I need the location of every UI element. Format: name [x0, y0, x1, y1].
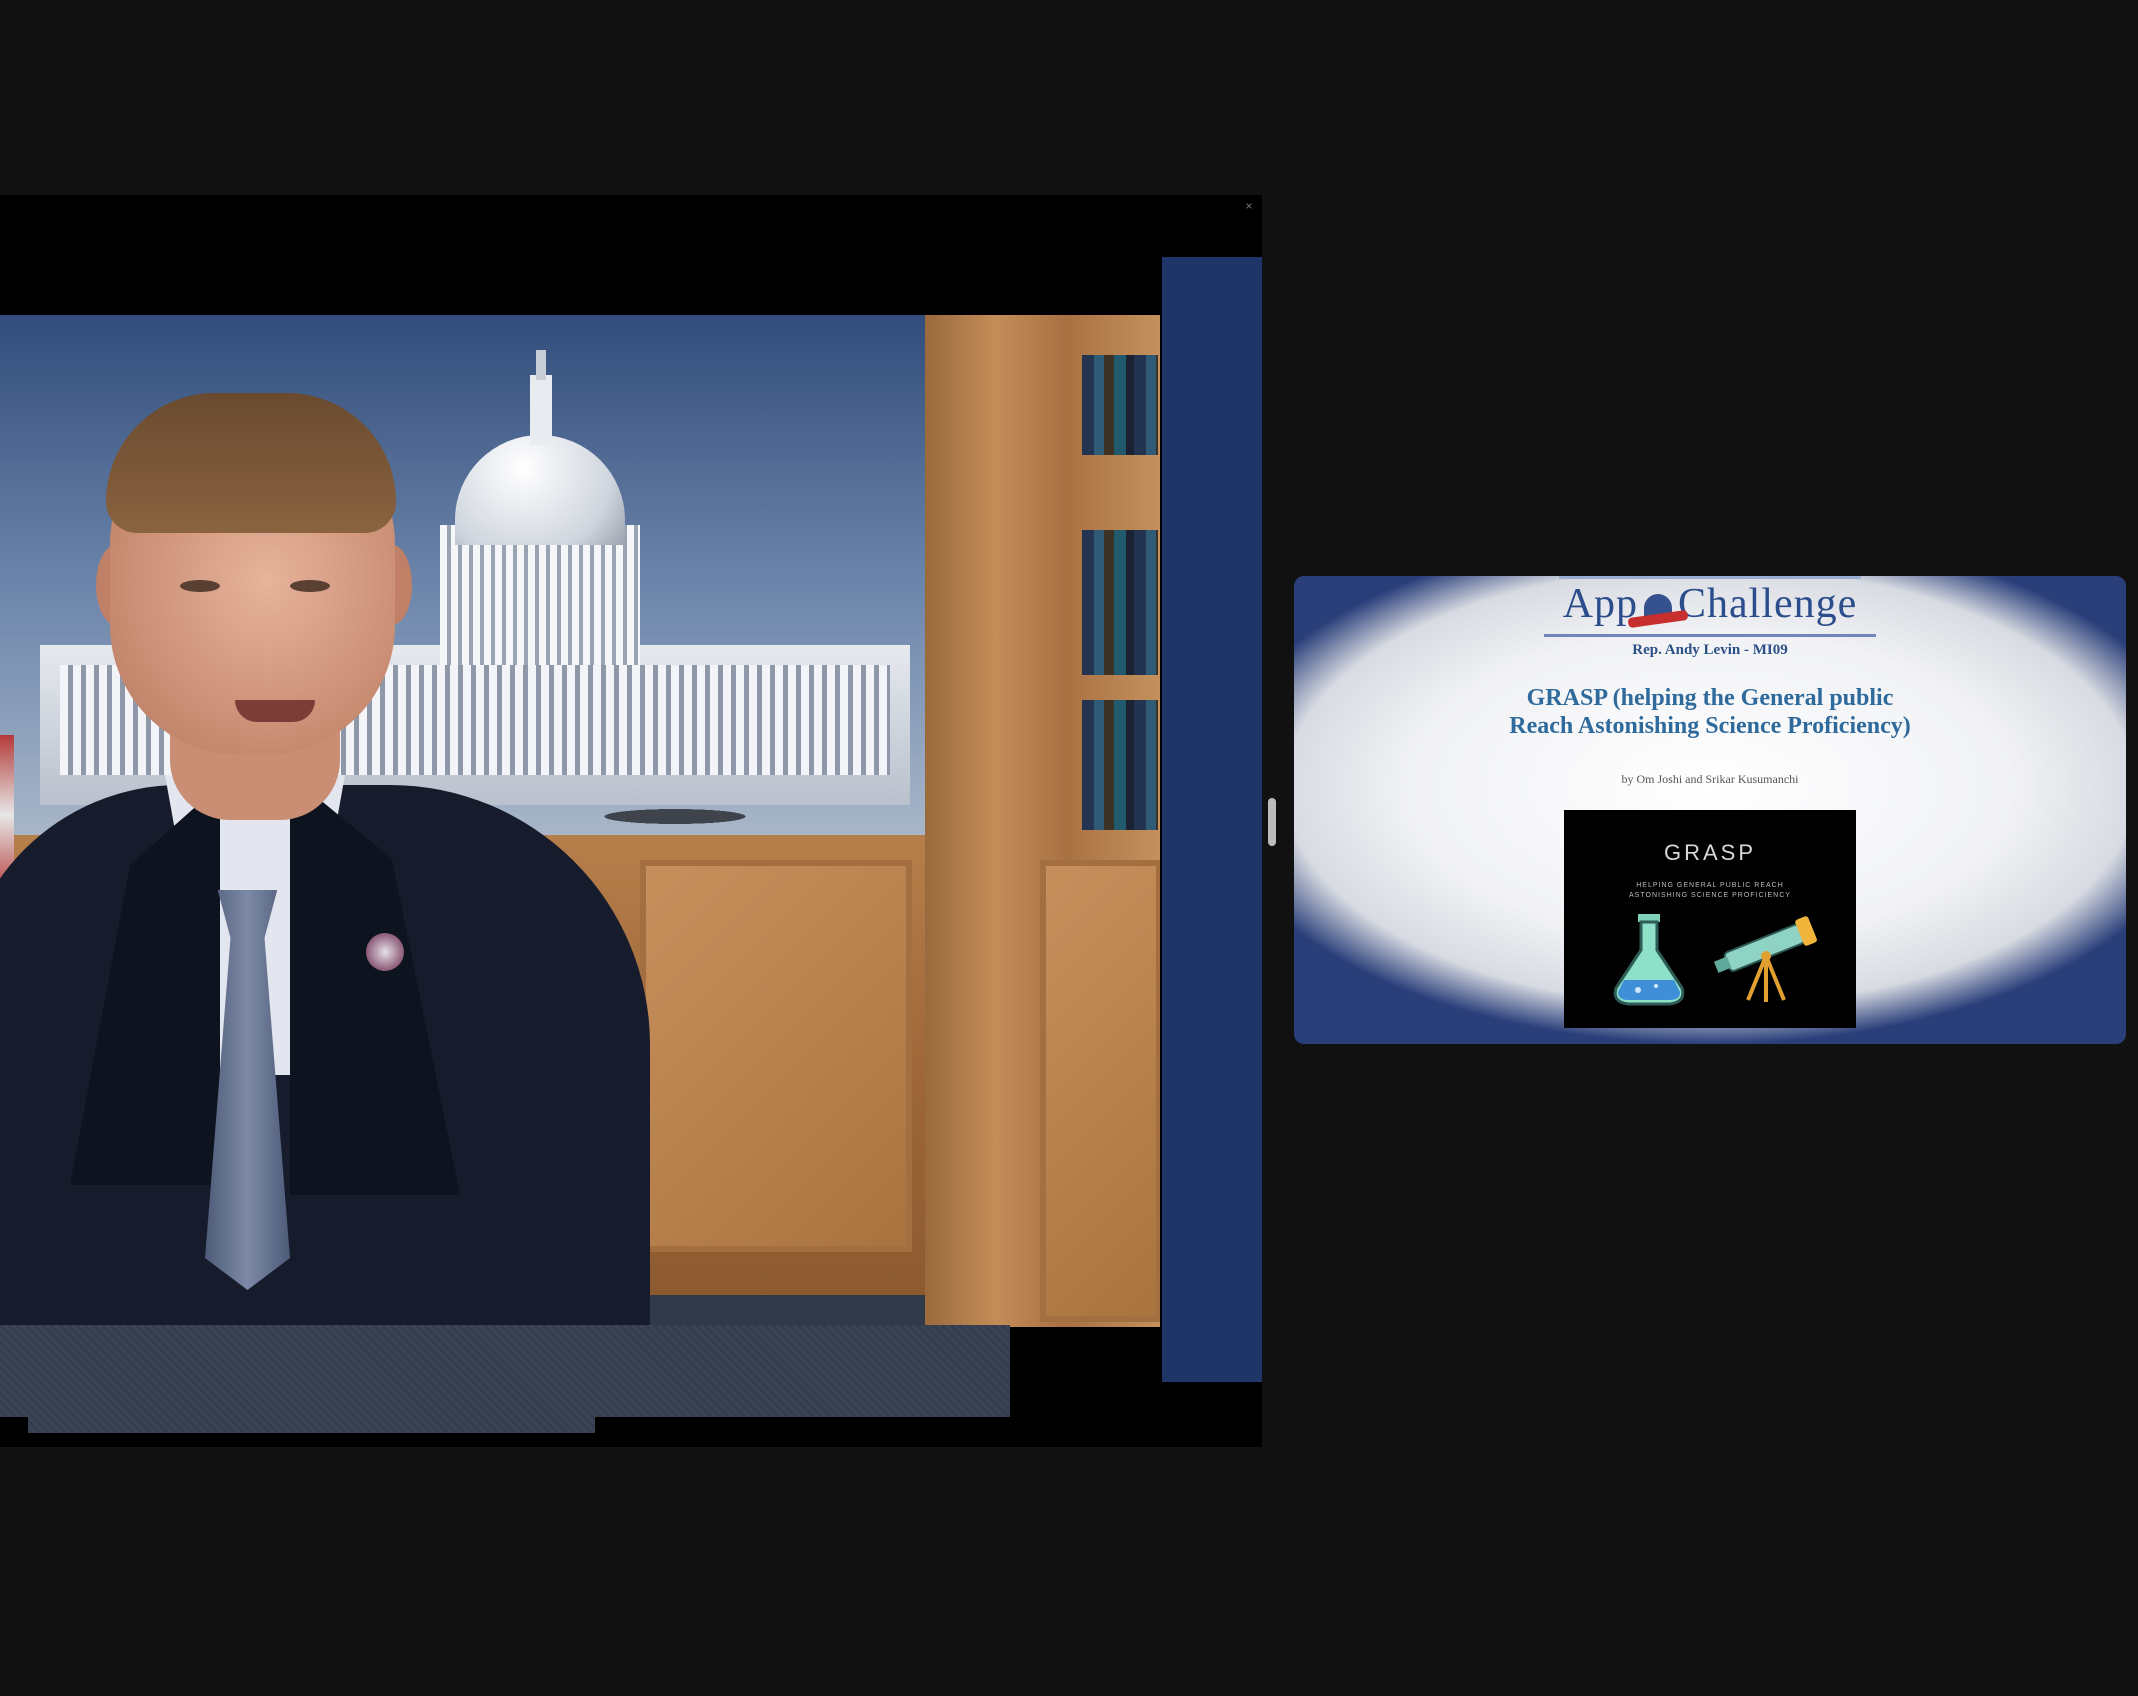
- book-row: [1082, 355, 1158, 455]
- slide-byline: by Om Joshi and Srikar Kusumanchi: [1621, 772, 1799, 786]
- logo-text-right: Challenge: [1678, 581, 1858, 627]
- congressional-pin-icon: [366, 933, 404, 971]
- speaker: [0, 315, 700, 1327]
- video-letterbox: [0, 1417, 28, 1447]
- speaker-video-feed[interactable]: ×: [0, 195, 1262, 1447]
- shared-slide[interactable]: App Challenge Rep. Andy Levin - MI09 GRAS…: [1294, 576, 2126, 1044]
- flask-icon: [1613, 914, 1685, 1006]
- telescope-icon: [1713, 916, 1817, 1002]
- wood-panel: [1040, 860, 1160, 1322]
- video-scene: [0, 315, 1160, 1327]
- slide-corner-decoration: [1926, 884, 2126, 1044]
- hair: [106, 393, 396, 533]
- app-logo-tagline: HELPING GENERAL PUBLIC REACH: [1636, 882, 1784, 889]
- grasp-app-logo: GRASP HELPING GENERAL PUBLIC REACH ASTON…: [1564, 810, 1856, 1028]
- eye-right: [290, 580, 330, 592]
- app-logo-name: GRASP: [1663, 840, 1757, 865]
- video-side-band: [1162, 257, 1262, 1382]
- close-icon[interactable]: ×: [1242, 199, 1256, 213]
- video-letterbox: [595, 1417, 1262, 1447]
- slide-corner-decoration: [1294, 884, 1494, 1044]
- app-challenge-logo: App Challenge: [1294, 580, 2126, 640]
- logo-text-left: App: [1562, 581, 1639, 627]
- representative-label: Rep. Andy Levin - MI09: [1632, 642, 1788, 658]
- logo-top-rule: [1559, 576, 1861, 579]
- slide-title: GRASP (helping the General public Reach …: [1509, 685, 1911, 739]
- logo-rule: [1544, 634, 1876, 637]
- book-row: [1082, 700, 1158, 830]
- pane-resize-handle[interactable]: [1268, 798, 1276, 846]
- capitol-dome-icon: [1640, 590, 1676, 628]
- book-row: [1082, 530, 1158, 675]
- mouth: [235, 700, 315, 722]
- eye-left: [180, 580, 220, 592]
- app-logo-tagline: ASTONISHING SCIENCE PROFICIENCY: [1629, 892, 1791, 899]
